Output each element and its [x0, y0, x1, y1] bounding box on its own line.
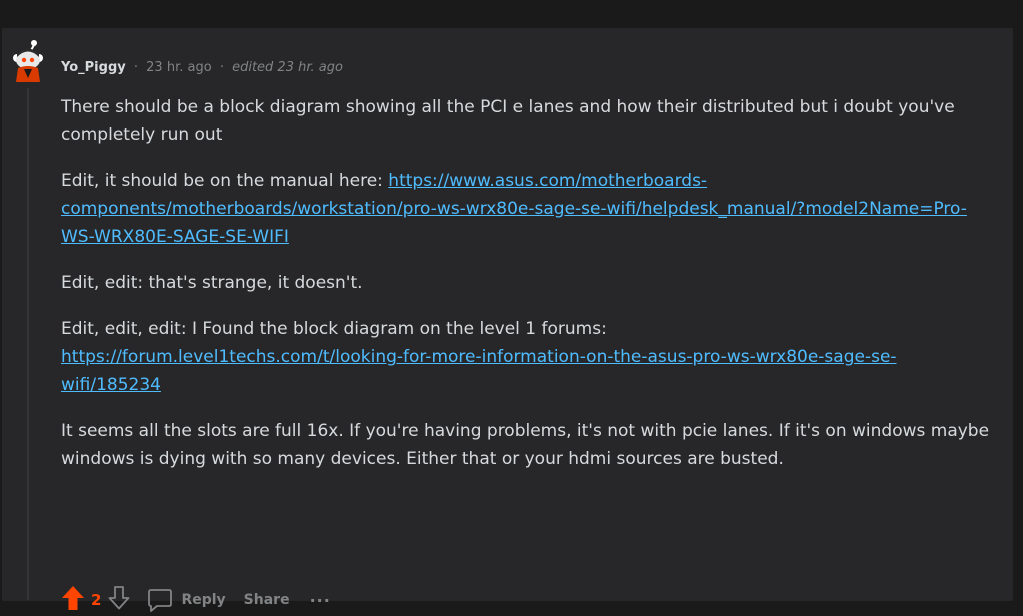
comment-paragraph: It seems all the slots are full 16x. If …: [61, 421, 990, 469]
level1-forum-link[interactable]: https://forum.level1techs.com/t/looking-…: [61, 347, 897, 395]
upvote-button[interactable]: [61, 585, 85, 615]
comment-paragraph: There should be a block diagram showing …: [61, 97, 955, 145]
thread-line[interactable]: [27, 88, 29, 600]
downvote-arrow-icon: [109, 586, 130, 610]
comment-card: Yo_Piggy · 23 hr. ago · edited 23 hr. ag…: [2, 28, 1013, 612]
meta-separator: ·: [133, 60, 139, 75]
timestamp[interactable]: 23 hr. ago: [146, 60, 212, 75]
comment-paragraph: Edit, edit, edit: I Found the block diag…: [61, 315, 991, 399]
user-avatar[interactable]: [10, 38, 46, 84]
paragraph-text: Edit, edit, edit: I Found the block diag…: [61, 319, 607, 339]
meta-separator: ·: [219, 60, 224, 75]
reply-label: Reply: [181, 592, 226, 608]
upvote-arrow-icon: [62, 586, 84, 610]
share-button[interactable]: Share: [244, 592, 290, 608]
comment-paragraph: Edit, it should be on the manual here: h…: [61, 167, 991, 251]
comment-body: There should be a block diagram showing …: [61, 93, 991, 491]
speech-bubble-icon: [148, 589, 173, 612]
comment-actions: 2 Reply Share ···: [61, 584, 331, 616]
more-options-button[interactable]: ···: [310, 591, 331, 610]
author-name[interactable]: Yo_Piggy: [61, 60, 126, 75]
paragraph-text: Edit, it should be on the manual here:: [61, 171, 389, 191]
downvote-button[interactable]: [107, 585, 131, 615]
reply-button[interactable]: Reply: [147, 587, 226, 613]
page: Yo_Piggy · 23 hr. ago · edited 23 hr. ag…: [0, 0, 1023, 616]
comment-meta: Yo_Piggy · 23 hr. ago · edited 23 hr. ag…: [61, 59, 343, 77]
comment-paragraph: Edit, edit: that's strange, it doesn't.: [61, 273, 363, 293]
vote-score: 2: [91, 591, 102, 609]
edited-label: edited 23 hr. ago: [232, 60, 343, 75]
snoo-avatar-icon: [13, 40, 43, 82]
